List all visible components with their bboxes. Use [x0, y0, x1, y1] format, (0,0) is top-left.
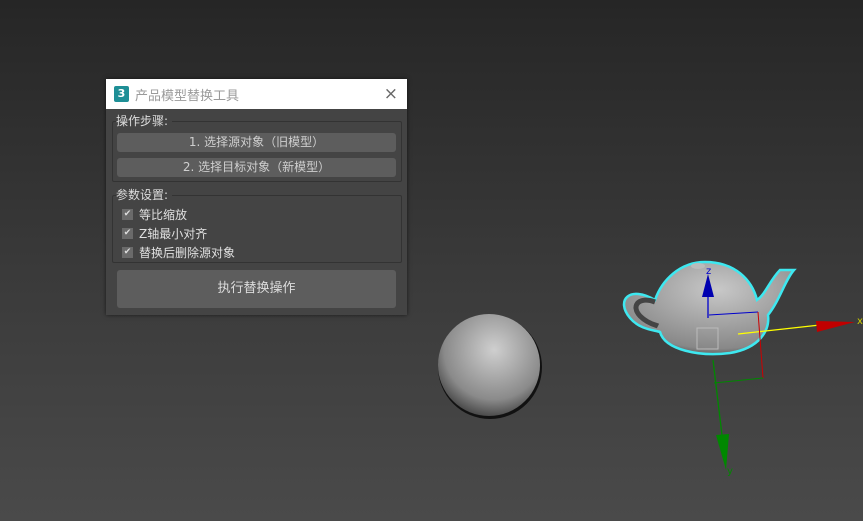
- title-bar[interactable]: 3 产品模型替换工具 ×: [106, 79, 407, 109]
- y-axis-arrow: [716, 434, 729, 470]
- close-icon[interactable]: ×: [384, 84, 398, 104]
- check-icon: ✔: [122, 209, 133, 220]
- params-label: 参数设置:: [116, 186, 173, 203]
- select-source-button[interactable]: 1. 选择源对象（旧模型）: [117, 133, 396, 152]
- checkbox-delete-source[interactable]: ✔ 替换后删除源对象: [122, 244, 235, 261]
- checkbox-z-min-align[interactable]: ✔ Z轴最小对齐: [122, 225, 207, 242]
- z-axis-label: z: [706, 266, 711, 277]
- dialog-title: 产品模型替换工具: [135, 88, 240, 104]
- x-axis-arrow: [816, 321, 855, 332]
- x-axis-label: x: [857, 316, 863, 327]
- select-target-button[interactable]: 2. 选择目标对象（新模型）: [117, 158, 396, 177]
- sphere[interactable]: [438, 314, 542, 419]
- execute-replace-button[interactable]: 执行替换操作: [117, 270, 396, 308]
- replace-tool-dialog: 3 产品模型替换工具 × 操作步骤: 1. 选择源对象（旧模型） 2. 选择目标…: [106, 79, 407, 315]
- app-logo-icon: 3: [114, 86, 129, 102]
- checkbox-label: 替换后删除源对象: [139, 246, 236, 260]
- y-axis-label: y: [727, 466, 733, 477]
- checkbox-label: Z轴最小对齐: [139, 227, 208, 241]
- check-icon: ✔: [122, 228, 133, 239]
- checkbox-uniform-scale[interactable]: ✔ 等比缩放: [122, 206, 187, 223]
- check-icon: ✔: [122, 247, 133, 258]
- checkbox-label: 等比缩放: [139, 208, 188, 222]
- steps-label: 操作步骤:: [116, 112, 173, 129]
